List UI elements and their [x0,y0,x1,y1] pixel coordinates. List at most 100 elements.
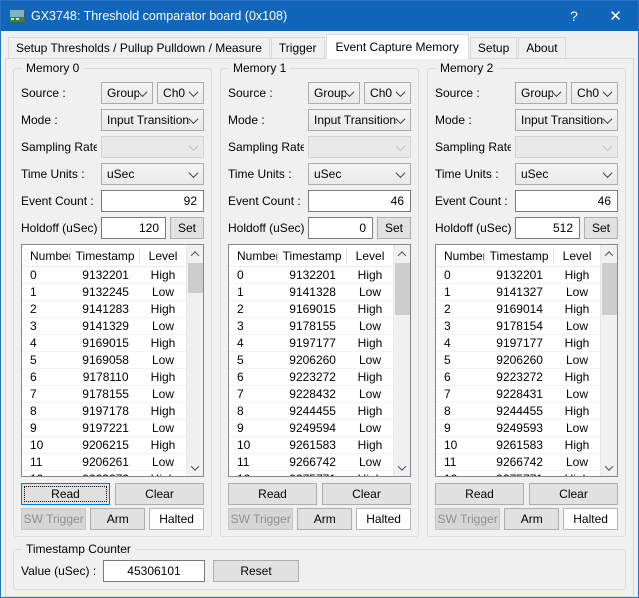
table-row[interactable]: 10 9261583 High [436,437,600,454]
arm-button[interactable]: Arm [504,508,560,530]
table-row[interactable]: 129223272High [22,471,186,476]
mode-dropdown[interactable]: Input Transitions [308,109,411,131]
vertical-scrollbar[interactable] [600,245,617,476]
column-header-level[interactable]: Level [347,249,393,263]
scroll-up-icon[interactable] [601,245,617,262]
table-row[interactable]: 9 9249593 Low [436,420,600,437]
table-row[interactable]: 8 9244455 High [229,403,393,420]
mode-dropdown[interactable]: Input Transitions [515,109,618,131]
tab-trigger[interactable]: Trigger [270,37,325,58]
table-row[interactable]: 7 9178155 Low [22,386,186,403]
table-row[interactable]: 7 9228432 Low [229,386,393,403]
column-header-level[interactable]: Level [554,249,600,263]
time-units-dropdown[interactable]: uSec [308,163,411,185]
timestamp-reset-button[interactable]: Reset [213,560,299,582]
scroll-down-icon[interactable] [187,459,203,476]
column-header-number[interactable]: Number [436,247,486,264]
table-row[interactable]: 4 9197177 High [229,335,393,352]
table-row[interactable]: 0 9132201 High [22,267,186,284]
table-row[interactable]: 0 9132201 High [436,267,600,284]
source-group-dropdown[interactable]: Group2 [515,82,568,104]
source-group-dropdown[interactable]: Group0 [101,82,154,104]
read-button[interactable]: Read [21,483,110,505]
scrollbar-thumb[interactable] [188,263,203,293]
set-holdoff-button[interactable]: Set [377,217,411,239]
scrollbar-thumb[interactable] [602,263,617,315]
table-row[interactable]: 6 9223272 High [229,369,393,386]
table-row[interactable]: 3 9141329 Low [22,318,186,335]
source-channel-dropdown[interactable]: Ch0 [571,82,618,104]
scroll-down-icon[interactable] [394,459,410,476]
table-row[interactable]: 6 9178110 High [22,369,186,386]
arm-button[interactable]: Arm [90,508,146,530]
help-titlebar-button[interactable]: ? [555,1,593,31]
holdoff-field[interactable]: 512 [515,217,580,239]
set-holdoff-button[interactable]: Set [170,217,204,239]
holdoff-field[interactable]: 120 [101,217,166,239]
table-row[interactable]: 1 9132245 Low [22,284,186,301]
table-row[interactable]: 10 9261583 High [229,437,393,454]
clear-button[interactable]: Clear [322,483,411,505]
table-row[interactable]: 8 9197178 High [22,403,186,420]
table-row[interactable]: 11 9206261 Low [22,454,186,471]
tab-about[interactable]: About [518,37,566,58]
close-titlebar-button[interactable]: ✕ [593,1,638,31]
source-channel-dropdown[interactable]: Ch0 [364,82,411,104]
scroll-up-icon[interactable] [394,245,410,262]
source-group-dropdown[interactable]: Group1 [308,82,361,104]
source-channel-dropdown[interactable]: Ch0 [157,82,204,104]
tab-setup-thresholds[interactable]: Setup Thresholds / Pullup Pulldown / Mea… [8,37,270,58]
column-header-level[interactable]: Level [140,249,186,263]
column-header-timestamp[interactable]: Timestamp [71,247,141,264]
scroll-down-icon[interactable] [601,459,617,476]
table-row[interactable]: 1 9141327 Low [436,284,600,301]
table-row[interactable]: 4 9197177 High [436,335,600,352]
table-row[interactable]: 5 9206260 Low [229,352,393,369]
column-header-timestamp[interactable]: Timestamp [485,247,555,264]
scrollbar-thumb[interactable] [395,263,410,315]
table-row[interactable]: 2 9169014 High [436,301,600,318]
column-header-number[interactable]: Number [229,247,279,264]
table-row[interactable]: 2 9169015 High [229,301,393,318]
event-table-header[interactable]: Number Timestamp Level [22,245,186,267]
column-header-number[interactable]: Number [22,247,72,264]
mode-label: Mode : [435,113,472,127]
table-row[interactable]: 11 9266742 Low [436,454,600,471]
tab-setup[interactable]: Setup [469,37,518,58]
vertical-scrollbar[interactable] [186,245,203,476]
event-table-header[interactable]: Number Timestamp Level [436,245,600,267]
table-row[interactable]: 3 9178155 Low [229,318,393,335]
table-row[interactable]: 0 9132201 High [229,267,393,284]
table-row[interactable]: 2 9141283 High [22,301,186,318]
vertical-scrollbar[interactable] [393,245,410,476]
time-units-dropdown[interactable]: uSec [101,163,204,185]
column-header-timestamp[interactable]: Timestamp [278,247,348,264]
table-row[interactable]: 5 9169058 Low [22,352,186,369]
table-row[interactable]: 7 9228431 Low [436,386,600,403]
clear-button[interactable]: Clear [529,483,618,505]
clear-button[interactable]: Clear [115,483,204,505]
table-row[interactable]: 3 9178154 Low [436,318,600,335]
table-row[interactable]: 9 9197221 Low [22,420,186,437]
arm-button[interactable]: Arm [297,508,353,530]
table-row[interactable]: 1 9141328 Low [229,284,393,301]
table-row[interactable]: 4 9169015 High [22,335,186,352]
event-table-header[interactable]: Number Timestamp Level [229,245,393,267]
mode-dropdown[interactable]: Input Transitions [101,109,204,131]
table-row[interactable]: 8 9244455 High [436,403,600,420]
tab-event-capture-memory[interactable]: Event Capture Memory [325,34,469,59]
table-row[interactable]: 5 9206260 Low [436,352,600,369]
table-row[interactable]: 10 9206215 High [22,437,186,454]
table-row[interactable]: 6 9223272 High [436,369,600,386]
table-row[interactable]: 11 9266742 Low [229,454,393,471]
timestamp-value-field[interactable]: 45306101 [103,560,205,582]
scroll-up-icon[interactable] [187,245,203,262]
time-units-dropdown[interactable]: uSec [515,163,618,185]
table-row[interactable]: 129275771High [229,471,393,476]
set-holdoff-button[interactable]: Set [584,217,618,239]
read-button[interactable]: Read [228,483,317,505]
table-row[interactable]: 9 9249594 Low [229,420,393,437]
table-row[interactable]: 129275771High [436,471,600,476]
holdoff-field[interactable]: 0 [308,217,373,239]
read-button[interactable]: Read [435,483,524,505]
